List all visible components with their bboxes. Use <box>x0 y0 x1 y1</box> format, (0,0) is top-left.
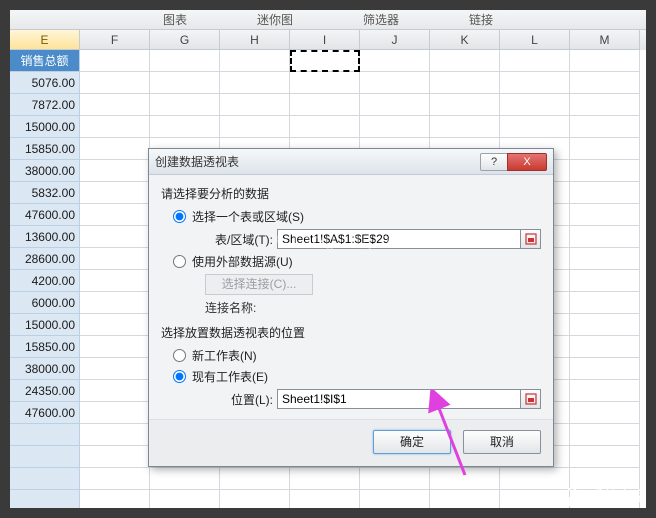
cell-E[interactable]: 28600.00 <box>10 248 80 270</box>
location-picker-button[interactable] <box>520 390 540 408</box>
ok-button[interactable]: 确定 <box>373 430 451 454</box>
ribbon-groups: 图表 迷你图 筛选器 链接 <box>10 10 646 30</box>
cell-I1[interactable] <box>290 50 360 72</box>
radio-new-sheet-label: 新工作表(N) <box>192 347 257 364</box>
cell-E[interactable]: 47600.00 <box>10 402 80 424</box>
ribbon-group-link[interactable]: 链接 <box>469 11 493 28</box>
ribbon-group-filter[interactable]: 筛选器 <box>363 11 399 28</box>
col-header-L[interactable]: L <box>500 30 570 50</box>
cell-E[interactable] <box>10 468 80 490</box>
dialog-titlebar[interactable]: 创建数据透视表 ? X <box>149 149 553 175</box>
cell-E[interactable]: 24350.00 <box>10 380 80 402</box>
dialog-title-text: 创建数据透视表 <box>155 153 481 170</box>
cell-E[interactable]: 38000.00 <box>10 358 80 380</box>
cell-H1[interactable] <box>220 50 290 72</box>
col-header-H[interactable]: H <box>220 30 290 50</box>
connection-name-label: 连接名称: <box>205 299 541 316</box>
cell-E[interactable] <box>10 490 80 508</box>
col-header-I[interactable]: I <box>290 30 360 50</box>
radio-select-range[interactable] <box>173 210 186 223</box>
cell-E[interactable]: 5076.00 <box>10 72 80 94</box>
col-header-F[interactable]: F <box>80 30 150 50</box>
col-header-E[interactable]: E <box>10 30 80 50</box>
ribbon-group-sparkline[interactable]: 迷你图 <box>257 11 293 28</box>
dialog-help-button[interactable]: ? <box>480 153 508 171</box>
cell-E[interactable] <box>10 446 80 468</box>
cell-E[interactable] <box>10 424 80 446</box>
cell-E[interactable]: 13600.00 <box>10 226 80 248</box>
cell-M1[interactable] <box>570 50 640 72</box>
cell-E[interactable]: 7872.00 <box>10 94 80 116</box>
help-icon: ? <box>491 156 497 168</box>
column-headers: E F G H I J K L M <box>10 30 646 50</box>
cell-E[interactable]: 15850.00 <box>10 138 80 160</box>
close-icon: X <box>523 156 530 168</box>
location-label: 位置(L): <box>205 391 273 408</box>
radio-external-source[interactable] <box>173 255 186 268</box>
cell-E[interactable]: 47600.00 <box>10 204 80 226</box>
collapse-dialog-icon <box>525 233 537 245</box>
cell-E[interactable]: 15000.00 <box>10 116 80 138</box>
radio-select-range-label: 选择一个表或区域(S) <box>192 208 304 225</box>
range-input[interactable] <box>278 232 520 246</box>
cell-E[interactable]: 15850.00 <box>10 336 80 358</box>
cell-G1[interactable] <box>150 50 220 72</box>
col-header-M[interactable]: M <box>570 30 640 50</box>
cell-E[interactable]: 5832.00 <box>10 182 80 204</box>
cell-E1-header[interactable]: 销售总额 <box>10 50 80 72</box>
range-label: 表/区域(T): <box>205 231 273 248</box>
cell-E[interactable]: 6000.00 <box>10 292 80 314</box>
cancel-button[interactable]: 取消 <box>463 430 541 454</box>
col-header-G[interactable]: G <box>150 30 220 50</box>
section-dest-label: 选择放置数据透视表的位置 <box>161 324 541 341</box>
cell-L1[interactable] <box>500 50 570 72</box>
cell-E[interactable]: 38000.00 <box>10 160 80 182</box>
location-input[interactable] <box>278 392 520 406</box>
radio-new-sheet[interactable] <box>173 349 186 362</box>
create-pivot-table-dialog: 创建数据透视表 ? X 请选择要分析的数据 选择一个表或区域(S) 表/区域(T… <box>148 148 554 467</box>
cell-E[interactable]: 4200.00 <box>10 270 80 292</box>
collapse-dialog-icon <box>525 393 537 405</box>
radio-external-label: 使用外部数据源(U) <box>192 253 293 270</box>
radio-existing-label: 现有工作表(E) <box>192 368 268 385</box>
cell-J1[interactable] <box>360 50 430 72</box>
col-header-K[interactable]: K <box>430 30 500 50</box>
dialog-close-button[interactable]: X <box>507 153 547 171</box>
ribbon-group-chart[interactable]: 图表 <box>163 11 187 28</box>
col-header-J[interactable]: J <box>360 30 430 50</box>
radio-existing-sheet[interactable] <box>173 370 186 383</box>
cell-E[interactable]: 15000.00 <box>10 314 80 336</box>
cell-K1[interactable] <box>430 50 500 72</box>
choose-connection-button: 选择连接(C)... <box>205 274 313 295</box>
cell-F1[interactable] <box>80 50 150 72</box>
section-source-label: 请选择要分析的数据 <box>161 185 541 202</box>
range-picker-button[interactable] <box>520 230 540 248</box>
